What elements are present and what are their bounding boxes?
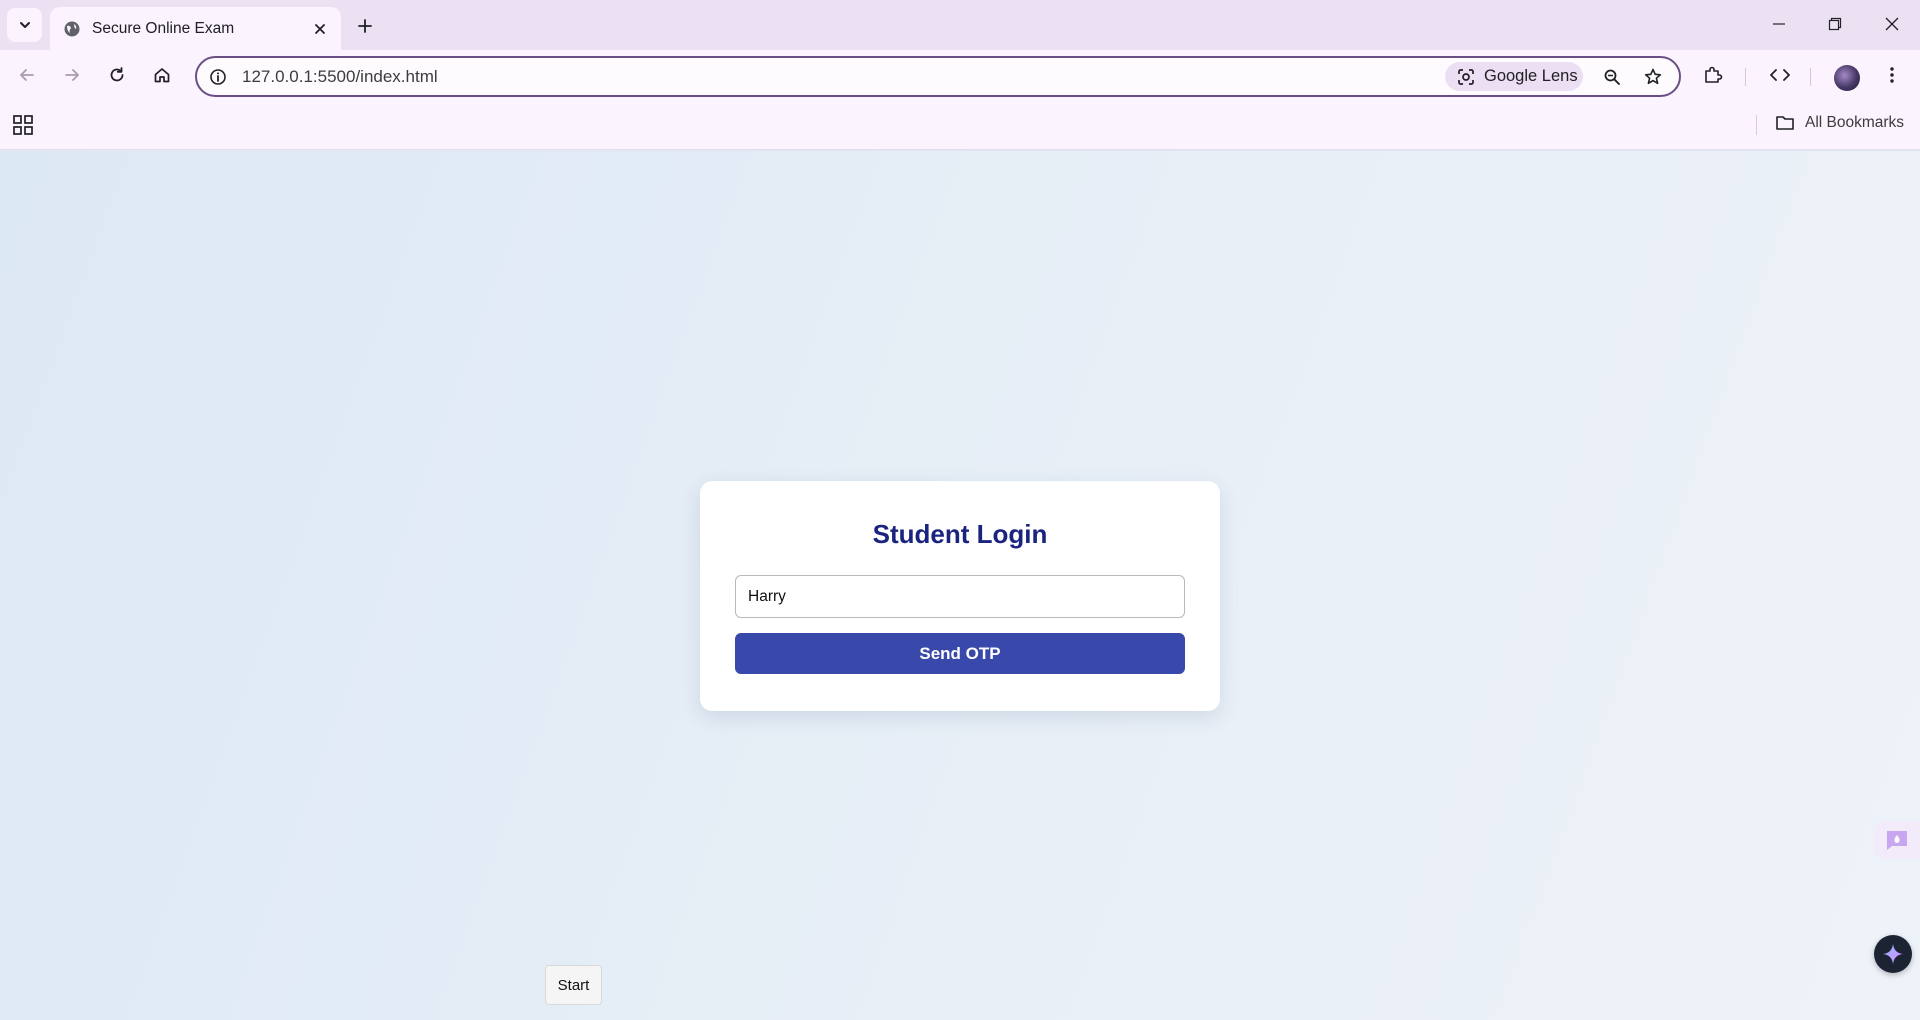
tab-strip: Secure Online Exam (0, 0, 1920, 50)
close-icon[interactable] (308, 17, 332, 41)
restore-icon (1828, 17, 1841, 31)
tab-search-button[interactable] (7, 8, 42, 42)
new-tab-button[interactable] (350, 11, 380, 41)
reload-icon (110, 67, 124, 82)
all-bookmarks-label: All Bookmarks (1805, 114, 1905, 131)
sparkle-icon (1883, 944, 1903, 964)
page-viewport: Student Login Send OTP Start (0, 151, 1920, 1020)
avatar[interactable] (1834, 65, 1860, 91)
plus-icon (358, 19, 372, 33)
minimize-button[interactable] (1750, 0, 1807, 48)
login-title: Student Login (872, 519, 1048, 549)
home-icon (154, 68, 170, 83)
chevron-down-icon (19, 22, 30, 28)
all-bookmarks-button[interactable]: All Bookmarks (1775, 114, 1904, 132)
toolbar-separator (1810, 68, 1811, 86)
menu-button[interactable] (1873, 56, 1911, 94)
gemini-button[interactable] (1874, 935, 1912, 973)
restore-button[interactable] (1806, 0, 1863, 48)
address-bar[interactable]: 127.0.0.1:5500/index.html Google Lens (195, 56, 1681, 97)
kebab-icon (1890, 67, 1894, 83)
star-icon[interactable] (1639, 63, 1667, 91)
back-button[interactable] (8, 56, 46, 94)
chat-icon (1887, 831, 1907, 850)
info-icon[interactable] (206, 65, 230, 89)
close-icon (1885, 17, 1898, 31)
bookmarks-separator (1756, 115, 1757, 135)
zoom-icon[interactable] (1598, 63, 1626, 91)
arrow-right-icon (65, 69, 79, 81)
globe-icon (63, 20, 81, 38)
reload-button[interactable] (98, 56, 136, 94)
name-input[interactable] (735, 575, 1185, 618)
login-card: Student Login Send OTP (700, 481, 1220, 711)
puzzle-icon (1705, 66, 1723, 83)
camera-lens-icon (1458, 68, 1474, 85)
toolbar-separator (1745, 68, 1746, 86)
arrow-left-icon (20, 69, 34, 81)
apps-grid-icon[interactable] (12, 114, 34, 136)
tab-title: Secure Online Exam (92, 19, 235, 37)
browser-toolbar: 127.0.0.1:5500/index.html Google Lens (0, 50, 1920, 100)
tab-active[interactable]: Secure Online Exam (50, 7, 341, 50)
extensions-button[interactable] (1694, 56, 1732, 94)
minimize-icon (1772, 23, 1785, 25)
side-panel-button[interactable] (1874, 821, 1920, 859)
folder-icon (1776, 116, 1794, 130)
url-text[interactable]: 127.0.0.1:5500/index.html (242, 67, 438, 87)
forward-button[interactable] (53, 56, 91, 94)
devtools-button[interactable] (1761, 56, 1799, 94)
home-button[interactable] (143, 56, 181, 94)
bookmarks-bar: All Bookmarks (0, 100, 1920, 150)
google-lens-label: Google Lens (1484, 67, 1578, 85)
start-button[interactable]: Start (545, 965, 602, 1005)
window-close-button[interactable] (1863, 0, 1920, 48)
code-icon (1770, 69, 1790, 81)
send-otp-button[interactable]: Send OTP (735, 633, 1185, 674)
google-lens-button[interactable]: Google Lens (1445, 62, 1583, 91)
